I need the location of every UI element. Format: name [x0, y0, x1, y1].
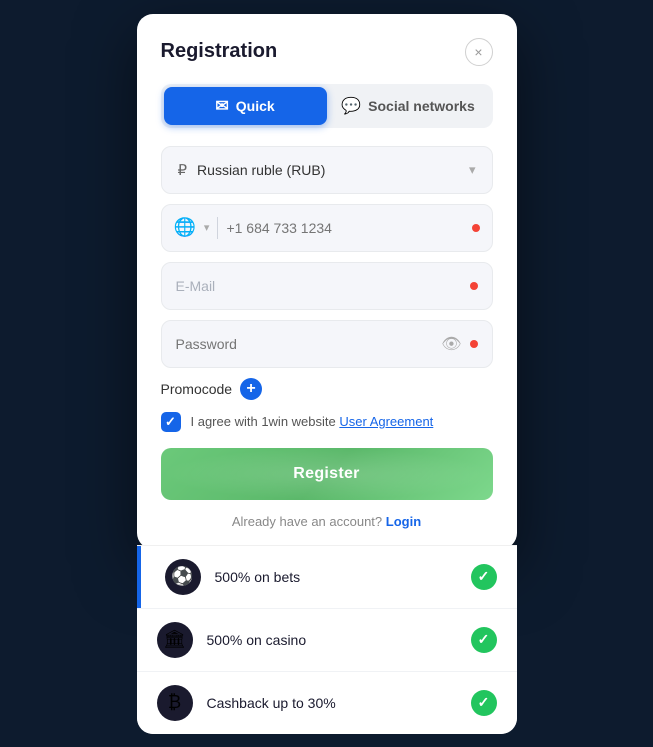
register-button[interactable]: Register — [161, 448, 493, 500]
tab-social-label: Social networks — [368, 98, 475, 114]
phone-required-dot — [472, 224, 480, 232]
close-button[interactable]: × — [465, 38, 493, 66]
phone-divider — [217, 217, 218, 239]
bonus-item-casino: 🏛 500% on casino ✓ — [137, 609, 517, 672]
bets-check-icon: ✓ — [471, 564, 497, 590]
eye-icon[interactable]: 👁 — [441, 334, 461, 354]
agreement-text-before: I agree with 1win website — [191, 414, 340, 429]
tab-social[interactable]: 💬 Social networks — [327, 87, 490, 125]
password-group: 👁 — [161, 320, 493, 368]
already-account-text: Already have an account? — [232, 514, 382, 529]
agreement-row: ✓ I agree with 1win website User Agreeme… — [161, 412, 493, 432]
casino-bonus-text: 500% on casino — [207, 632, 471, 648]
checkmark-icon: ✓ — [165, 414, 176, 430]
modal-title: Registration — [161, 40, 278, 63]
cashback-icon: ₿ — [157, 685, 193, 721]
tab-bar: ✉ Quick 💬 Social networks — [161, 84, 493, 128]
modal-header: Registration × — [161, 38, 493, 66]
bonus-cards: ⚽ 500% on bets ✓ 🏛 500% on casino ✓ ₿ Ca… — [137, 545, 517, 734]
email-input[interactable] — [176, 278, 462, 294]
registration-modal: Registration × ✉ Quick 💬 Social networks… — [137, 14, 517, 549]
modal-wrapper: Registration × ✉ Quick 💬 Social networks… — [137, 14, 517, 734]
cashback-bonus-text: Cashback up to 30% — [207, 695, 471, 711]
promocode-label: Promocode — [161, 381, 233, 397]
casino-icon: 🏛 — [157, 622, 193, 658]
bets-icon: ⚽ — [165, 559, 201, 595]
promocode-row: Promocode + — [161, 378, 493, 400]
ruble-icon: ₽ — [178, 161, 188, 179]
left-accent — [137, 546, 141, 608]
bonus-item-cashback: ₿ Cashback up to 30% ✓ — [137, 672, 517, 734]
chat-icon: 💬 — [341, 96, 361, 116]
promocode-add-button[interactable]: + — [240, 378, 262, 400]
chevron-down-icon: ▾ — [469, 162, 476, 178]
currency-group: ₽ Russian ruble (RUB) ▾ — [161, 146, 493, 194]
agreement-checkbox[interactable]: ✓ — [161, 412, 181, 432]
email-field-container[interactable] — [161, 262, 493, 310]
user-agreement-link[interactable]: User Agreement — [339, 414, 433, 429]
tab-quick-label: Quick — [236, 98, 275, 114]
currency-value: Russian ruble (RUB) — [197, 162, 325, 178]
phone-input[interactable] — [226, 220, 463, 236]
login-row: Already have an account? Login — [161, 514, 493, 529]
phone-field[interactable]: 🌐 ▾ — [161, 204, 493, 252]
bonus-item-bets: ⚽ 500% on bets ✓ — [137, 546, 517, 609]
casino-check-icon: ✓ — [471, 627, 497, 653]
flag-chevron-icon: ▾ — [204, 221, 210, 234]
password-field-container[interactable]: 👁 — [161, 320, 493, 368]
tab-quick[interactable]: ✉ Quick — [164, 87, 327, 125]
phone-group: 🌐 ▾ — [161, 204, 493, 252]
email-group — [161, 262, 493, 310]
password-input[interactable] — [176, 336, 434, 352]
currency-select[interactable]: ₽ Russian ruble (RUB) ▾ — [161, 146, 493, 194]
login-link[interactable]: Login — [386, 514, 421, 529]
bets-bonus-text: 500% on bets — [215, 569, 471, 585]
email-required-dot — [470, 282, 478, 290]
email-icon: ✉ — [215, 96, 228, 116]
password-required-dot — [470, 340, 478, 348]
agreement-text: I agree with 1win website User Agreement — [191, 414, 434, 429]
cashback-check-icon: ✓ — [471, 690, 497, 716]
flag-icon: 🌐 — [174, 217, 196, 238]
